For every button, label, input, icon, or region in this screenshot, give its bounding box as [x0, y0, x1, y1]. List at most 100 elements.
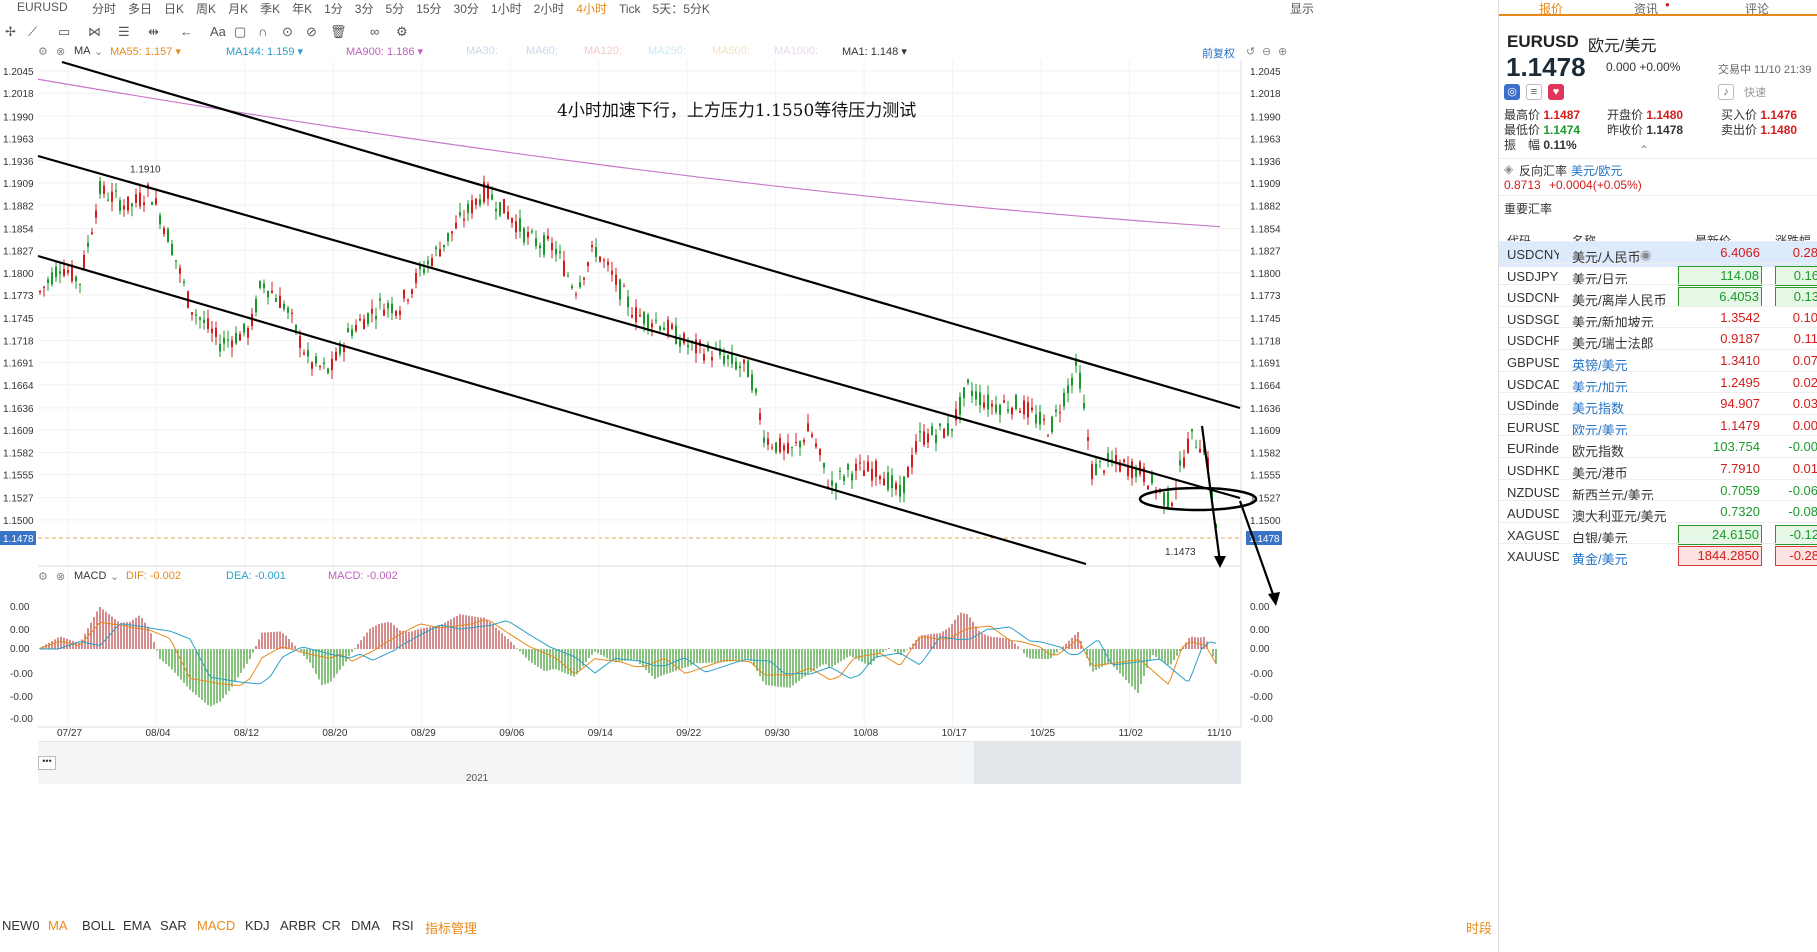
navigator-window[interactable] — [974, 742, 1241, 784]
channel-tool-icon[interactable]: ☰ — [118, 24, 130, 40]
macd-label[interactable]: MACD — [74, 570, 106, 582]
timeframe-tab[interactable]: Tick — [619, 2, 641, 16]
history-icon[interactable]: ↺ — [1246, 45, 1255, 58]
candle-body — [191, 312, 193, 315]
gear-icon[interactable]: ⚙ — [38, 45, 48, 58]
indicator-tab[interactable]: KDJ — [245, 918, 270, 933]
measure-tool-icon[interactable]: ⇹ — [148, 24, 159, 40]
heart-icon[interactable]: ♥ — [1548, 84, 1564, 100]
symbol-label[interactable]: EURUSD — [17, 0, 68, 14]
magnet-icon[interactable]: ∩ — [258, 24, 267, 39]
time-range-button[interactable]: 时段 — [1466, 918, 1492, 937]
delete-icon[interactable]: 🗑 — [330, 24, 347, 40]
chevron-down-icon[interactable]: ⌄ — [110, 570, 119, 583]
candle-body — [1183, 457, 1185, 468]
price-chart[interactable]: 1.2045 1.2045 1.2018 1.2018 1.1990 1.1990 1.19… — [0, 46, 1497, 916]
text-tool-icon[interactable]: Aa — [210, 24, 226, 39]
timeframe-tab[interactable]: 日K — [164, 0, 184, 17]
candle-body — [1151, 473, 1153, 484]
timeframe-tab[interactable]: 5分 — [385, 0, 404, 17]
indicator-tab[interactable]: DMA — [351, 918, 380, 933]
rate-row[interactable]: XAUUSD 黄金/美元 1844.2850 -0.28 — [1499, 543, 1817, 569]
indicator-tab[interactable]: MA — [48, 918, 68, 933]
ma-value-item[interactable]: MA900: 1.186 ▾ — [346, 45, 423, 58]
add-icon[interactable]: ⊕ — [1278, 45, 1287, 58]
quick-link[interactable]: 快速 — [1744, 84, 1766, 100]
ma-value-item[interactable]: MA120: — [584, 45, 622, 57]
indicator-tab[interactable]: EMA — [123, 918, 151, 933]
candle-body — [1187, 438, 1189, 453]
note-icon[interactable]: ≡ — [1526, 84, 1542, 100]
candle-body — [755, 388, 757, 393]
arrow-tool-icon[interactable]: ← — [180, 24, 193, 39]
timeframe-tab[interactable]: 多日 — [128, 0, 152, 17]
eye-icon[interactable]: ⊘ — [306, 24, 317, 40]
crosshair-icon[interactable]: ✢ — [5, 24, 16, 40]
collapse-icon[interactable]: ⌃ — [1639, 143, 1649, 157]
timeframe-tab[interactable]: 季K — [260, 0, 280, 17]
rate-change: 0.01 — [1792, 461, 1817, 476]
shape-tool-icon[interactable]: ▭ — [58, 24, 70, 40]
indicator-tab[interactable]: SAR — [160, 918, 187, 933]
timeframe-tab[interactable]: 分时 — [92, 0, 116, 17]
ma-value-item[interactable]: MA60: — [526, 45, 558, 57]
eye-icon[interactable]: ◉ — [1640, 247, 1651, 263]
timeframe-tab[interactable]: 1分 — [324, 0, 343, 17]
ma-value-item[interactable]: MA1: 1.148 ▾ — [842, 45, 907, 58]
macd-tick-right: 0.00 — [1250, 602, 1270, 613]
comment-icon[interactable]: ▢ — [234, 24, 246, 40]
settings-icon[interactable]: ⚙ — [396, 24, 408, 40]
rate-code: USDCAD — [1507, 376, 1559, 392]
indicator-tab[interactable]: ARBR — [280, 918, 316, 933]
timeframe-tab[interactable]: 月K — [228, 0, 248, 17]
chevron-down-icon[interactable]: ⌄ — [94, 45, 103, 58]
bell-icon[interactable]: ♪ — [1718, 84, 1734, 100]
price-tick-left: 1.1582 — [3, 448, 34, 459]
link-icon[interactable]: ∞ — [370, 24, 379, 39]
time-navigator[interactable]: ••• 2021 — [38, 741, 1241, 784]
candle-body — [423, 268, 425, 273]
candle-body — [299, 335, 301, 348]
timeframe-tab[interactable]: 1小时 — [491, 0, 522, 17]
indicator-tab[interactable]: CR — [322, 918, 341, 933]
candle-body — [511, 218, 513, 223]
gear-icon[interactable]: ⚙ — [38, 570, 48, 583]
close-icon[interactable]: ⊗ — [56, 45, 65, 58]
candle-body — [711, 357, 713, 361]
timeframe-tab[interactable]: 30分 — [454, 0, 479, 17]
timeframe-tab[interactable]: 5天：5分K — [653, 0, 710, 17]
timeframe-tab[interactable]: 周K — [196, 0, 216, 17]
ma-value-item[interactable]: MA30: — [466, 45, 498, 57]
ma-label[interactable]: MA — [74, 45, 91, 57]
timeframe-tab[interactable]: 4小时 — [576, 0, 607, 17]
ma-value-item[interactable]: MA55: 1.157 ▾ — [110, 45, 181, 58]
candle-body — [1059, 412, 1061, 414]
indicator-manage-button[interactable]: 指标管理 — [425, 918, 477, 937]
ma-value-item[interactable]: MA144: 1.159 ▾ — [226, 45, 303, 58]
timeframe-tab[interactable]: 2小时 — [534, 0, 565, 17]
fib-tool-icon[interactable]: ⋈ — [88, 24, 101, 40]
reverse-pair[interactable]: 美元/欧元 — [1571, 162, 1622, 179]
timeframe-tab[interactable]: 年K — [292, 0, 312, 17]
candle-body — [399, 310, 401, 315]
navigator-handle[interactable]: ••• — [38, 756, 56, 770]
minimize-icon[interactable]: ⊖ — [1262, 45, 1271, 58]
ma-value-item[interactable]: MA250: — [648, 45, 686, 57]
indicator-tab[interactable]: NEW0 — [2, 918, 40, 933]
candle-body — [887, 472, 889, 490]
close-icon[interactable]: ⊗ — [56, 570, 65, 583]
ma-value-item[interactable]: MA500: — [712, 45, 750, 57]
ma-value-item[interactable]: MA1000: — [774, 45, 818, 57]
line-tool-icon[interactable]: ⟋ — [28, 24, 37, 40]
timeframe-tab[interactable]: 15分 — [416, 0, 441, 17]
lock-icon[interactable]: ⊙ — [282, 24, 293, 40]
candle-body — [819, 449, 821, 456]
globe-icon[interactable]: ◎ — [1504, 84, 1520, 100]
adjust-button[interactable]: 前复权 — [1202, 45, 1235, 61]
indicator-tab[interactable]: RSI — [392, 918, 414, 933]
indicator-tab[interactable]: BOLL — [82, 918, 115, 933]
candle-body — [403, 290, 405, 299]
indicator-tab[interactable]: MACD — [197, 918, 235, 933]
display-menu[interactable]: 显示 — [1290, 0, 1314, 17]
timeframe-tab[interactable]: 3分 — [355, 0, 374, 17]
